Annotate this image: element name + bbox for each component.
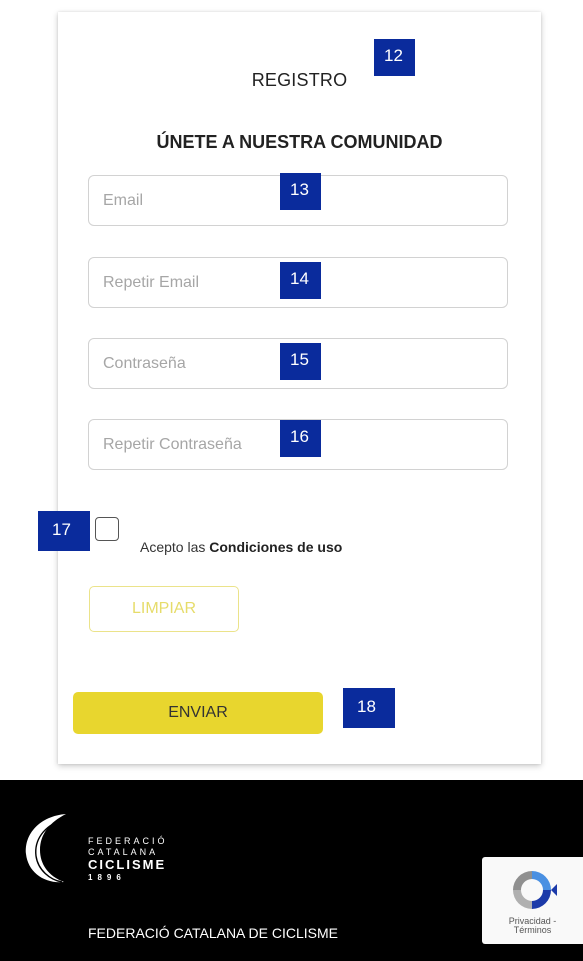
logo-line-1: FEDERACIÓ (88, 836, 168, 846)
logo-year: 1896 (88, 873, 126, 882)
logo-line-3: CICLISME (88, 857, 167, 872)
logo-wordmark: FEDERACIÓ CATALANA CICLISME 1896 (88, 836, 168, 883)
footer-org-name: FEDERACIÓ CATALANA DE CICLISME (88, 925, 338, 941)
recaptcha-icon (513, 871, 557, 909)
marker-14: 14 (280, 262, 321, 299)
terms-prefix: Acepto las (140, 539, 210, 555)
recaptcha-terms-link[interactable]: Términos (482, 926, 583, 935)
marker-15: 15 (280, 343, 321, 380)
terms-link[interactable]: Condiciones de uso (209, 539, 342, 555)
marker-13: 13 (280, 173, 321, 210)
recaptcha-badge[interactable]: Privacidad - Términos (482, 857, 583, 944)
submit-button[interactable]: ENVIAR (73, 692, 323, 734)
page-title: REGISTRO (251, 70, 348, 90)
marker-17: 17 (38, 511, 90, 551)
marker-16: 16 (280, 420, 321, 457)
marker-18: 18 (343, 688, 395, 728)
clear-button[interactable]: LIMPIAR (89, 586, 239, 632)
recaptcha-separator: - (550, 916, 557, 926)
terms-checkbox[interactable] (95, 517, 119, 541)
terms-label: Acepto las Condiciones de uso (140, 539, 342, 555)
registration-card: REGISTRO ÚNETE A NUESTRA COMUNIDAD Acept… (58, 12, 541, 764)
form-subtitle: ÚNETE A NUESTRA COMUNIDAD (156, 132, 443, 152)
federation-logo-icon (25, 814, 66, 883)
recaptcha-links: Privacidad - Términos (482, 917, 583, 935)
marker-12: 12 (374, 39, 415, 76)
